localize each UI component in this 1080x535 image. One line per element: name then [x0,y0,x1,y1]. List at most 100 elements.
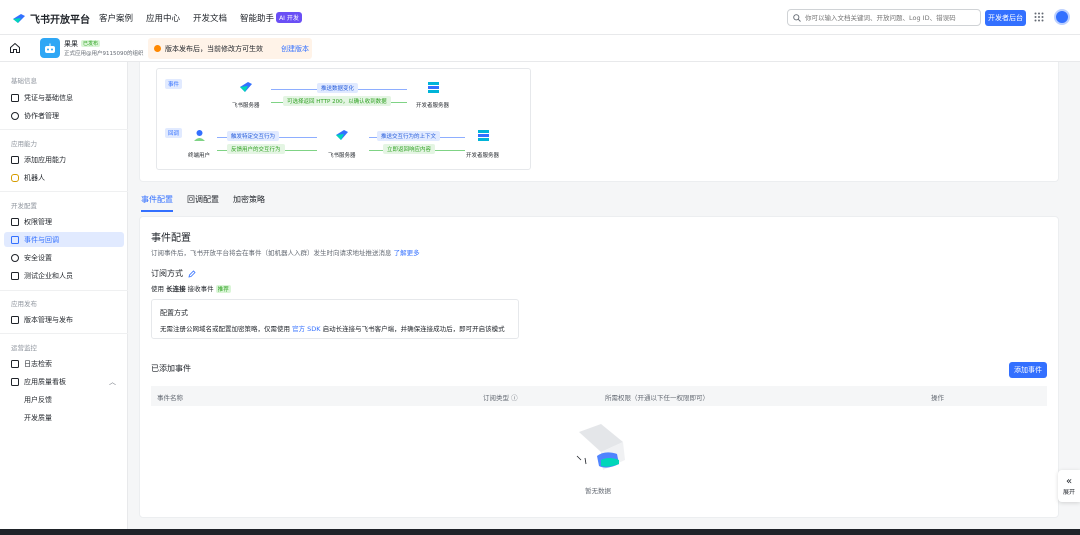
sidebar-item-label: 日志检索 [24,359,52,368]
chart-icon [11,377,19,386]
app-icon [40,38,60,58]
brand-logo[interactable]: 飞书开放平台 [12,11,90,26]
ai-badge: AI 开发 [276,12,302,23]
help-icon[interactable]: ⓘ [511,394,518,402]
feedback-label: 反馈用户的交互行为 [227,144,285,154]
sidebar-item-label: 事件与回调 [24,235,59,244]
sidebar-item-label: 测试企业和人员 [24,271,73,280]
taskbar-strip [0,529,1080,535]
trigger-label: 触发特定交互行为 [227,131,280,141]
grid-icon [11,155,19,164]
search-icon [793,13,801,22]
user-avatar[interactable] [1054,9,1070,25]
sidebar-section-basic: 基础信息 [11,77,37,85]
sidebar-item-label: 机器人 [24,173,45,182]
events-table-header: 事件名称 订阅类型 ⓘ 所需权限（开通以下任一权限即可） 操作 [151,386,1047,406]
sidebar-divider [0,333,128,334]
push-change-label: 推送数据变化 [317,83,359,93]
event-config-desc-text: 订阅事件后，飞书开放平台将会在事件（如机器人入群）发生时向请求地址推送消息 [151,249,392,257]
app-name: 果果 已发布 [64,39,101,49]
sidebar-item-credentials[interactable]: 凭证与基础信息 [4,90,124,105]
sidebar-item-test-tenants[interactable]: 测试企业和人员 [4,268,124,283]
search-input[interactable] [805,13,973,22]
sidebar-section-monitoring: 运营监控 [11,344,37,352]
nav-app-center[interactable]: 应用中心 [146,12,180,24]
config-tabs: 事件配置 回调配置 加密策略 [141,194,265,212]
version-notice: 版本发布后，当前修改方可生效 创建版本 [148,38,312,59]
sidebar-section-dev-config: 开发配置 [11,202,37,210]
push-context-label: 推送交互行为的上下文 [377,131,441,141]
sidebar-item-bot[interactable]: 机器人 [4,170,124,185]
dev-server-icon [427,81,441,95]
nav-ai-assistant-label: 智能助手 [240,14,275,24]
subscription-mode-value: 使用 长连接 接收事件 推荐 [151,283,231,293]
empty-state-text: 暂无数据 [585,487,611,495]
create-version-link[interactable]: 创建版本 [281,44,309,54]
column-subscription-type-label: 订阅类型 [483,394,509,402]
config-desc-prefix: 无需注册公网域名或配置加密策略，仅需使用 [160,325,290,333]
event-icon [11,235,19,244]
feishu-server-icon [239,81,253,95]
expand-panel-toggle[interactable]: « 展开 [1058,470,1080,502]
sidebar-item-log-search[interactable]: 日志检索 [4,356,124,371]
sidebar-item-label: 添加应用能力 [24,155,66,164]
dev-server-label: 开发者服务器 [416,103,450,109]
column-actions: 操作 [931,394,944,402]
sidebar-item-dev-quality[interactable]: 开发质量 [4,410,124,425]
warning-icon [154,45,161,52]
sidebar-item-events-callbacks[interactable]: 事件与回调 [4,232,124,247]
credential-icon [11,93,19,102]
app-header-bar: 果果 已发布 正式应用@用户9115090的组织 版本发布后，当前修改方可生效 创… [0,35,1080,62]
tab-encryption[interactable]: 加密策略 [233,194,265,212]
sidebar-item-user-feedback[interactable]: 用户反馈 [4,392,124,407]
app-status-badge: 已发布 [81,40,101,47]
config-desc-suffix: 启动长连接与飞书客户端，并确保连接成功后，即可开启该模式 [322,325,505,333]
test-icon [11,271,19,280]
sidebar-section-release: 应用发布 [11,300,37,308]
chevron-up-icon: ︿ [109,378,116,386]
search-box[interactable] [787,9,981,26]
nav-dev-docs[interactable]: 开发文档 [193,12,227,24]
feishu-server-label: 飞书服务器 [232,103,260,109]
home-icon[interactable] [9,42,21,54]
end-user-icon [193,129,207,143]
nav-ai-assistant[interactable]: 智能助手 AI 开发 [240,12,302,24]
return-ok-label: 可选择返回 HTTP 200，以确认收到数据 [283,96,391,106]
learn-more-link[interactable]: 了解更多 [394,249,420,257]
sidebar-section-capabilities: 应用能力 [11,140,37,148]
use-suffix: 接收事件 [187,285,214,293]
brand-name: 飞书开放平台 [30,15,90,26]
recommend-badge: 推荐 [215,285,231,293]
dev-server-label: 开发者服务器 [466,153,500,159]
sidebar: 基础信息 凭证与基础信息 协作者管理 应用能力 添加应用能力 机器人 开发配置 … [0,62,128,535]
sidebar-item-quality-dashboard[interactable]: 应用质量看板 ︿ [4,374,124,389]
tab-callback-config[interactable]: 回调配置 [187,194,219,212]
config-method-title: 配置方式 [160,309,188,317]
sidebar-divider [0,191,128,192]
feishu-logo-icon [12,13,26,24]
official-sdk-link[interactable]: 官方 SDK [292,325,320,333]
user-icon [11,111,19,120]
event-tag: 事件 [165,79,183,89]
app-grid-icon[interactable] [1034,12,1044,22]
sidebar-item-security[interactable]: 安全设置 [4,250,124,265]
edit-icon[interactable] [188,269,196,278]
sidebar-item-add-capability[interactable]: 添加应用能力 [4,152,124,167]
sidebar-item-collaborators[interactable]: 协作者管理 [4,108,124,123]
sidebar-divider [0,129,128,130]
sidebar-item-label: 权限管理 [24,217,52,226]
add-event-button[interactable]: 添加事件 [1009,362,1047,378]
sidebar-item-permissions[interactable]: 权限管理 [4,214,124,229]
sidebar-item-version-release[interactable]: 版本管理与发布 [4,312,124,327]
tab-event-config[interactable]: 事件配置 [141,194,173,212]
bot-icon [11,173,19,182]
app-name-text: 果果 [64,40,78,48]
event-config-desc: 订阅事件后，飞书开放平台将会在事件（如机器人入群）发生时向请求地址推送消息 了解… [151,247,420,257]
use-mode: 长连接 [166,285,186,293]
developer-console-button[interactable]: 开发者后台 [985,10,1026,26]
nav-customer-cases[interactable]: 客户案例 [99,12,133,24]
config-method-desc: 无需注册公网域名或配置加密策略，仅需使用 官方 SDK 启动长连接与飞书客户端，… [160,323,505,333]
sidebar-item-label: 协作者管理 [24,111,59,120]
sidebar-item-label: 凭证与基础信息 [24,93,73,102]
empty-state-illustration [571,420,629,478]
